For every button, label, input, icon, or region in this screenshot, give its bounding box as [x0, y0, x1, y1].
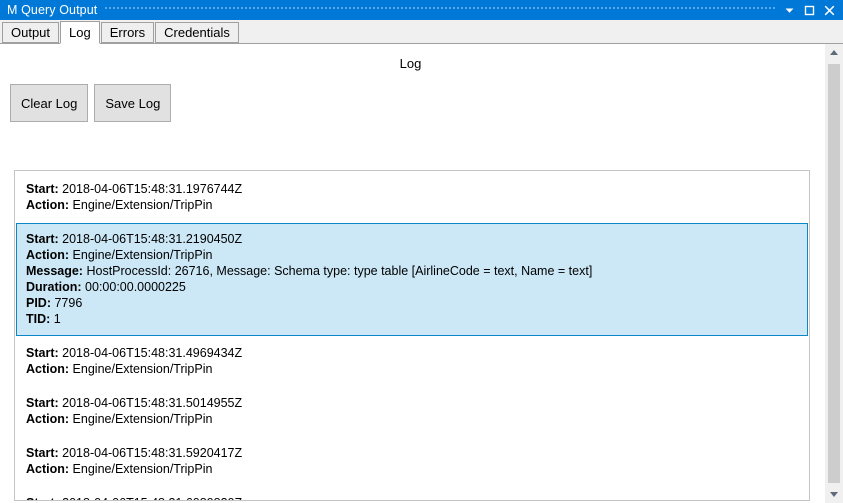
log-field-key: Start:	[26, 346, 59, 360]
log-field-key: Duration:	[26, 280, 82, 294]
scrollbar-track[interactable]	[825, 61, 843, 486]
log-field-value: HostProcessId: 26716, Message: Schema ty…	[86, 264, 593, 278]
log-field-row: Start: 2018-04-06T15:48:31.6089830Z	[26, 495, 799, 500]
log-field-row: Action: Engine/Extension/TripPin	[26, 361, 799, 377]
log-entry[interactable]: Start: 2018-04-06T15:48:31.5014955Z Actio…	[16, 387, 808, 436]
log-field-row: TID: 1	[26, 311, 799, 327]
chevron-down-icon[interactable]	[779, 0, 799, 20]
log-field-key: Action:	[26, 198, 70, 212]
log-entry-list[interactable]: Start: 2018-04-06T15:48:31.1976744Z Actio…	[14, 170, 810, 501]
maximize-icon[interactable]	[799, 0, 819, 20]
log-field-value: 2018-04-06T15:48:31.1976744Z	[62, 182, 243, 196]
log-entry[interactable]: Start: 2018-04-06T15:48:31.1976744Z Actio…	[16, 173, 808, 222]
log-field-key: Start:	[26, 182, 59, 196]
page-title: Log	[399, 56, 422, 71]
log-field-key: Action:	[26, 362, 70, 376]
log-entry[interactable]: Start: 2018-04-06T15:48:31.4969434Z Actio…	[16, 337, 808, 386]
log-field-value: Engine/Extension/TripPin	[72, 362, 213, 376]
log-field-row: Action: Engine/Extension/TripPin	[26, 197, 799, 213]
log-field-key: PID:	[26, 296, 51, 310]
log-field-value: Engine/Extension/TripPin	[72, 462, 213, 476]
log-field-value: 2018-04-06T15:48:31.6089830Z	[62, 496, 242, 500]
log-field-key: Start:	[26, 396, 59, 410]
scroll-up-arrow-icon[interactable]	[825, 44, 843, 61]
log-tab-panel: Log Clear Log Save Log Start: 2018-04-06…	[0, 44, 843, 503]
clear-log-button[interactable]: Clear Log	[10, 84, 89, 122]
tab-errors[interactable]: Errors	[100, 22, 155, 43]
log-entry[interactable]: Start: 2018-04-06T15:48:31.2190450Z Actio…	[16, 223, 808, 336]
arrow-down-glyph	[830, 492, 838, 497]
log-entry[interactable]: Start: 2018-04-06T15:48:31.5920417Z Actio…	[16, 437, 808, 486]
title-bar-grip	[105, 0, 775, 20]
log-entry[interactable]: Start: 2018-04-06T15:48:31.6089830ZActio…	[16, 487, 808, 500]
log-toolbar: Clear Log Save Log	[0, 71, 843, 122]
log-field-key: Start:	[26, 496, 59, 500]
log-field-key: Start:	[26, 446, 59, 460]
log-field-value: 2018-04-06T15:48:31.2190450Z	[62, 232, 243, 246]
log-field-value: Engine/Extension/TripPin	[72, 412, 213, 426]
log-field-row: Start: 2018-04-06T15:48:31.1976744Z	[26, 181, 799, 197]
log-field-value: 1	[53, 312, 61, 326]
log-field-row: Duration: 00:00:00.0000225	[26, 279, 799, 295]
log-field-row: Start: 2018-04-06T15:48:31.5920417Z	[26, 445, 799, 461]
log-field-key: Action:	[26, 248, 70, 262]
log-field-row: Action: Engine/Extension/TripPin	[26, 411, 799, 427]
log-field-row: Start: 2018-04-06T15:48:31.4969434Z	[26, 345, 799, 361]
m-query-output-window: M Query Output Output Log Errors Credent…	[0, 0, 843, 503]
close-icon[interactable]	[819, 0, 839, 20]
log-field-value: 2018-04-06T15:48:31.5014955Z	[62, 396, 243, 410]
vertical-scrollbar[interactable]	[824, 44, 843, 503]
log-field-key: Action:	[26, 462, 70, 476]
log-field-value: Engine/Extension/TripPin	[72, 248, 213, 262]
log-field-row: Action: Engine/Extension/TripPin	[26, 247, 799, 263]
log-field-value: 7796	[54, 296, 83, 310]
title-bar-buttons	[779, 0, 839, 20]
scrollbar-thumb[interactable]	[828, 64, 840, 483]
save-log-button[interactable]: Save Log	[94, 84, 172, 122]
log-field-value: 2018-04-06T15:48:31.5920417Z	[62, 446, 243, 460]
title-bar: M Query Output	[0, 0, 843, 20]
log-field-key: TID:	[26, 312, 51, 326]
log-field-key: Message:	[26, 264, 83, 278]
log-field-value: 00:00:00.0000225	[85, 280, 186, 294]
log-field-row: Start: 2018-04-06T15:48:31.5014955Z	[26, 395, 799, 411]
log-field-value: Engine/Extension/TripPin	[72, 198, 213, 212]
scroll-down-arrow-icon[interactable]	[825, 486, 843, 503]
arrow-up-glyph	[830, 50, 838, 55]
log-field-value: 2018-04-06T15:48:31.4969434Z	[62, 346, 243, 360]
log-field-key: Action:	[26, 412, 70, 426]
tab-log[interactable]: Log	[60, 21, 100, 44]
tab-credentials[interactable]: Credentials	[155, 22, 239, 43]
log-field-row: Action: Engine/Extension/TripPin	[26, 461, 799, 477]
log-field-row: Message: HostProcessId: 26716, Message: …	[26, 263, 799, 279]
log-field-row: PID: 7796	[26, 295, 799, 311]
log-field-key: Start:	[26, 232, 59, 246]
tab-strip: Output Log Errors Credentials	[0, 20, 843, 44]
tab-output[interactable]: Output	[2, 22, 60, 43]
log-field-row: Start: 2018-04-06T15:48:31.2190450Z	[26, 231, 799, 247]
window-title: M Query Output	[7, 3, 98, 17]
